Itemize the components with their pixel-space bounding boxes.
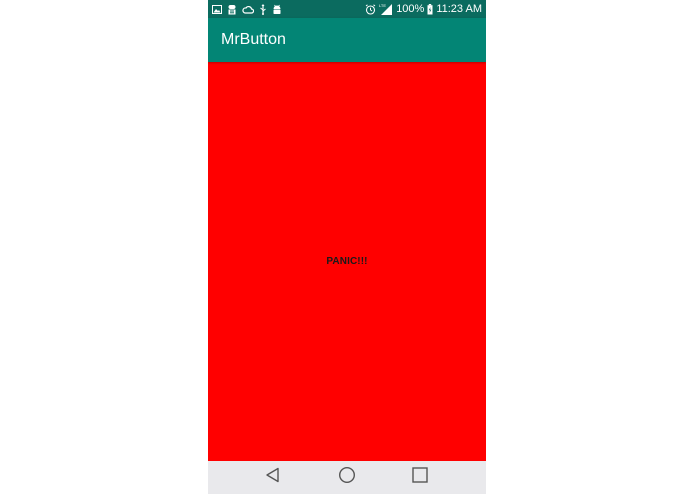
android-icon <box>272 4 282 15</box>
clock: 11:23 AM <box>436 3 482 15</box>
phone-screen: LTE 100% 11:23 AM MrButton PANIC!!! <box>208 0 486 494</box>
back-button[interactable] <box>253 461 293 494</box>
notification-icons <box>212 0 282 18</box>
app-title: MrButton <box>221 31 286 48</box>
alarm-icon <box>365 3 376 15</box>
app-bar: MrButton <box>208 18 486 62</box>
lte-signal-icon: LTE <box>379 3 393 15</box>
system-status: LTE 100% 11:23 AM <box>365 0 482 18</box>
recents-icon <box>412 467 428 488</box>
cloud-icon <box>242 5 254 14</box>
battery-percent: 100% <box>396 3 425 15</box>
android-debug-icon <box>227 4 237 15</box>
navigation-bar <box>208 461 486 494</box>
recents-button[interactable] <box>400 461 440 494</box>
home-icon <box>338 466 356 489</box>
battery-icon <box>427 3 433 15</box>
usb-icon <box>259 3 267 15</box>
home-button[interactable] <box>327 461 367 494</box>
image-icon <box>212 4 222 14</box>
status-bar: LTE 100% 11:23 AM <box>208 0 486 18</box>
panic-button[interactable]: PANIC!!! <box>208 62 486 461</box>
back-icon <box>265 467 281 488</box>
lte-label: LTE <box>379 3 386 8</box>
panic-button-label: PANIC!!! <box>326 256 368 267</box>
